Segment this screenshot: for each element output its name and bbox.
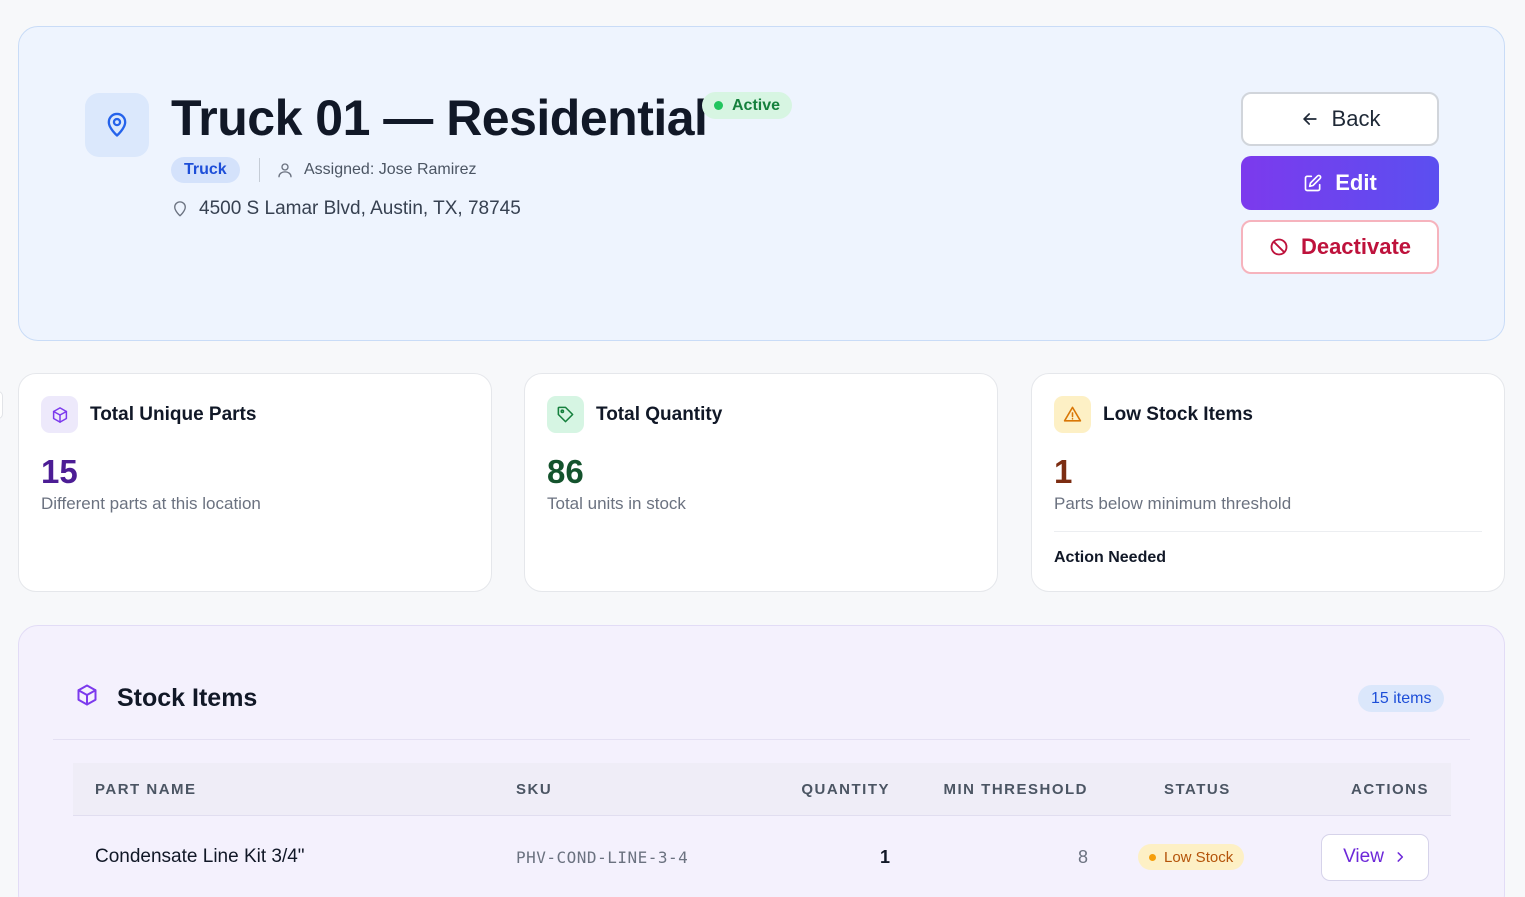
stat-title: Total Unique Parts [90,404,257,425]
status-label: Active [732,96,781,114]
deactivate-button[interactable]: Deactivate [1241,220,1439,274]
warning-dot-icon [1149,853,1156,861]
map-pin-icon [174,201,186,217]
chevron-right-icon [1397,852,1404,862]
quantity-cell: 1 [879,846,890,867]
assigned-user: Assigned: Jose Ramirez [276,158,477,182]
low-stock-label: Low Stock [1164,848,1234,866]
back-label: Back [1331,106,1381,131]
address-text: 4500 S Lamar Blvd, Austin, TX, 78745 [199,198,521,219]
assigned-label: Assigned: Jose Ramirez [304,161,477,178]
stat-value: 15 [41,453,78,490]
meta-divider [259,158,260,182]
arrow-left-icon [1302,113,1317,125]
low-stock-badge: Low Stock [1138,844,1245,870]
status-badge: Active [702,92,793,119]
location-pin-icon [85,93,149,157]
stat-title: Total Quantity [596,404,723,425]
cube-icon [41,396,78,433]
min-threshold-cell: 8 [1077,846,1088,867]
column-header-status[interactable]: STATUS [1164,763,1231,816]
stock-table: PART NAME SKU QUANTITY MIN THRESHOLD STA… [73,763,1451,897]
ban-icon [1270,238,1288,256]
location-header-card: Truck 01 — Residential Active Truck Assi… [18,26,1505,341]
action-needed-label: Action Needed [1054,549,1167,566]
edit-label: Edit [1335,170,1377,195]
location-type-badge: Truck [171,157,240,183]
status-cell: Low Stock [1138,816,1245,897]
stat-description: Total units in stock [547,494,686,513]
sidebar-edge-handle[interactable] [0,391,3,419]
stat-value: 86 [547,453,584,490]
actions-cell: View [1321,816,1429,897]
deactivate-label: Deactivate [1300,234,1412,259]
items-count-badge: 15 items [1358,685,1445,712]
stat-description: Different parts at this location [41,494,261,513]
sku-cell: PHV-COND-LINE-3-4 [516,847,689,867]
stat-title: Low Stock Items [1103,404,1253,425]
stat-card-low-stock: Low Stock Items 1 Parts below minimum th… [1031,373,1505,592]
section-divider [53,739,1470,740]
column-header-min-threshold[interactable]: MIN THRESHOLD [944,763,1089,816]
stat-card-total-quantity: Total Quantity 86 Total units in stock [524,373,998,592]
stat-value: 1 [1054,453,1073,490]
stat-description: Parts below minimum threshold [1054,494,1292,513]
table-row[interactable]: Condensate Line Kit 3/4" PHV-COND-LINE-3… [73,816,1451,897]
column-header-actions: ACTIONS [1351,781,1429,798]
column-header-sku[interactable]: SKU [516,763,552,816]
part-name-cell: Condensate Line Kit 3/4" [95,846,305,867]
stock-items-section: Stock Items 15 items PART NAME SKU QUANT… [18,625,1505,897]
page-title: Truck 01 — Residential [171,90,708,146]
edit-icon [1304,174,1322,192]
status-dot-icon [714,101,723,110]
user-icon [278,163,292,178]
back-button[interactable]: Back [1241,92,1439,146]
column-header-part-name[interactable]: PART NAME [95,763,197,816]
cube-icon [75,683,99,712]
section-title: Stock Items [117,684,258,712]
warning-icon [1054,396,1091,433]
view-label: View [1343,846,1384,867]
table-header: PART NAME SKU QUANTITY MIN THRESHOLD STA… [73,763,1451,816]
stat-card-unique-parts: Total Unique Parts 15 Different parts at… [18,373,492,592]
tag-icon [547,396,584,433]
view-button[interactable]: View [1321,833,1429,881]
edit-button[interactable]: Edit [1241,156,1439,210]
stat-divider [1054,531,1482,532]
address: 4500 S Lamar Blvd, Austin, TX, 78745 [171,196,521,222]
column-header-quantity[interactable]: QUANTITY [801,763,890,816]
